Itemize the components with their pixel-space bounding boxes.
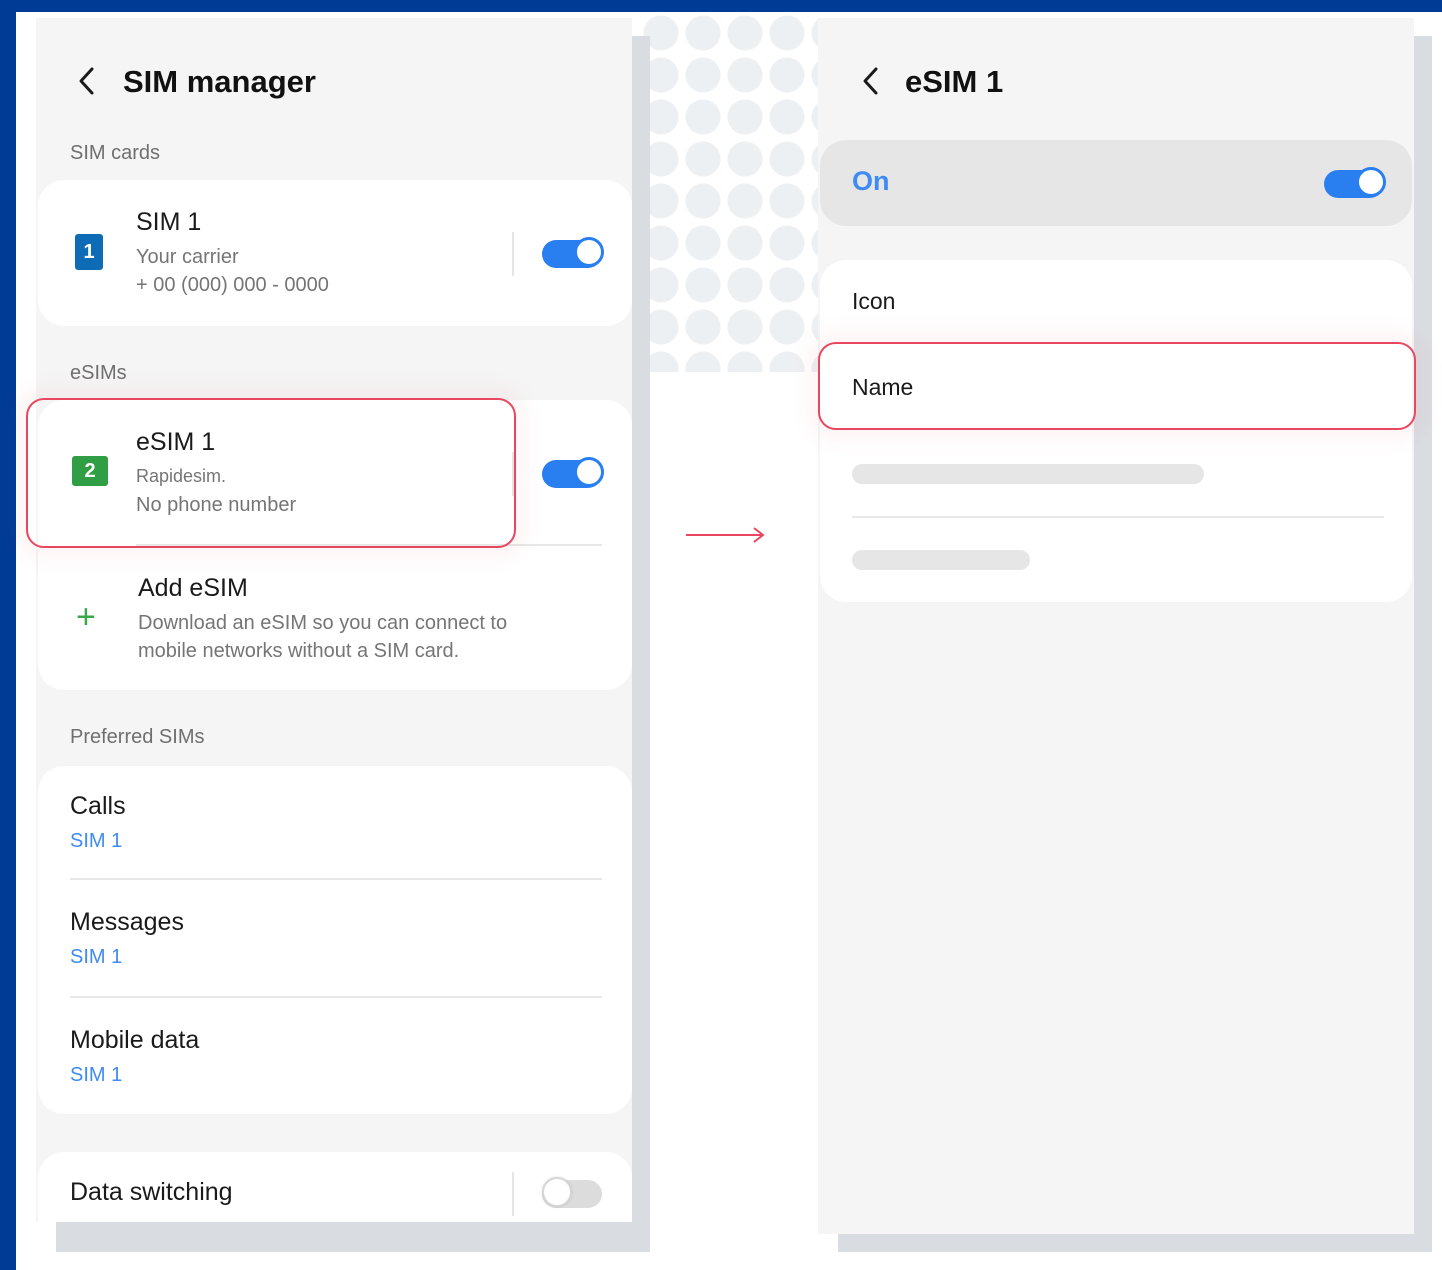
preferred-calls-row[interactable]: Calls SIM 1 <box>38 766 632 880</box>
preferred-messages-row[interactable]: Messages SIM 1 <box>38 882 632 996</box>
mobile-data-title: Mobile data <box>70 1026 200 1054</box>
esim-on-toggle[interactable] <box>1324 167 1386 198</box>
section-label-sim-cards: SIM cards <box>70 142 161 164</box>
section-label-esims: eSIMs <box>70 362 127 384</box>
messages-value: SIM 1 <box>70 946 123 968</box>
sim1-carrier: Your carrier <box>136 246 239 268</box>
sim-card-icon: 1 <box>75 234 103 270</box>
divider <box>70 878 602 880</box>
icon-row-label: Icon <box>852 288 896 314</box>
placeholder-bar <box>852 550 1030 570</box>
data-switching-title: Data switching <box>70 1178 233 1206</box>
divider <box>512 1172 514 1216</box>
preferred-mobile-data-row[interactable]: Mobile data SIM 1 <box>38 1000 632 1114</box>
sim1-card[interactable]: 1 SIM 1 Your carrier + 00 (000) 000 - 00… <box>38 180 632 326</box>
on-label: On <box>852 166 890 196</box>
arrow-right-icon <box>686 527 765 543</box>
section-label-preferred-sims: Preferred SIMs <box>70 726 205 748</box>
decorative-dot-pattern <box>640 12 820 372</box>
placeholder-bar <box>852 464 1204 484</box>
divider <box>852 516 1384 518</box>
messages-title: Messages <box>70 908 184 936</box>
calls-value: SIM 1 <box>70 830 123 852</box>
chevron-left-icon <box>863 67 878 95</box>
back-button[interactable] <box>860 64 882 107</box>
preferred-sims-card: Calls SIM 1 Messages SIM 1 Mobile data S… <box>38 766 632 1114</box>
data-switching-toggle[interactable] <box>542 1177 602 1208</box>
esim-detail-screen: eSIM 1 On Icon Name <box>818 18 1414 1234</box>
sim1-toggle[interactable] <box>542 237 604 268</box>
divider <box>512 232 514 276</box>
sim1-title: SIM 1 <box>136 208 202 236</box>
page-title: eSIM 1 <box>905 64 1004 99</box>
chevron-left-icon <box>79 67 94 95</box>
esim-settings-card: Icon Name <box>820 260 1412 602</box>
page-title: SIM manager <box>123 64 316 99</box>
sim1-phone-number: + 00 (000) 000 - 0000 <box>136 274 329 296</box>
divider <box>70 996 602 998</box>
mobile-data-value: SIM 1 <box>70 1064 123 1086</box>
back-button[interactable] <box>76 64 98 107</box>
sim-manager-screen: SIM manager SIM cards 1 SIM 1 Your carri… <box>36 18 632 1222</box>
data-switching-card[interactable]: Data switching <box>38 1152 632 1222</box>
name-row-highlight-frame[interactable] <box>818 342 1416 430</box>
esim1-highlight-frame[interactable] <box>26 398 516 548</box>
frame-top-border <box>0 0 1442 12</box>
add-esim-row[interactable] <box>38 564 632 690</box>
frame-left-border <box>0 0 16 1270</box>
icon-row[interactable]: Icon <box>820 260 1412 344</box>
esim1-toggle[interactable] <box>542 457 604 488</box>
esim-on-switch-bar[interactable]: On <box>820 140 1412 226</box>
calls-title: Calls <box>70 792 126 820</box>
